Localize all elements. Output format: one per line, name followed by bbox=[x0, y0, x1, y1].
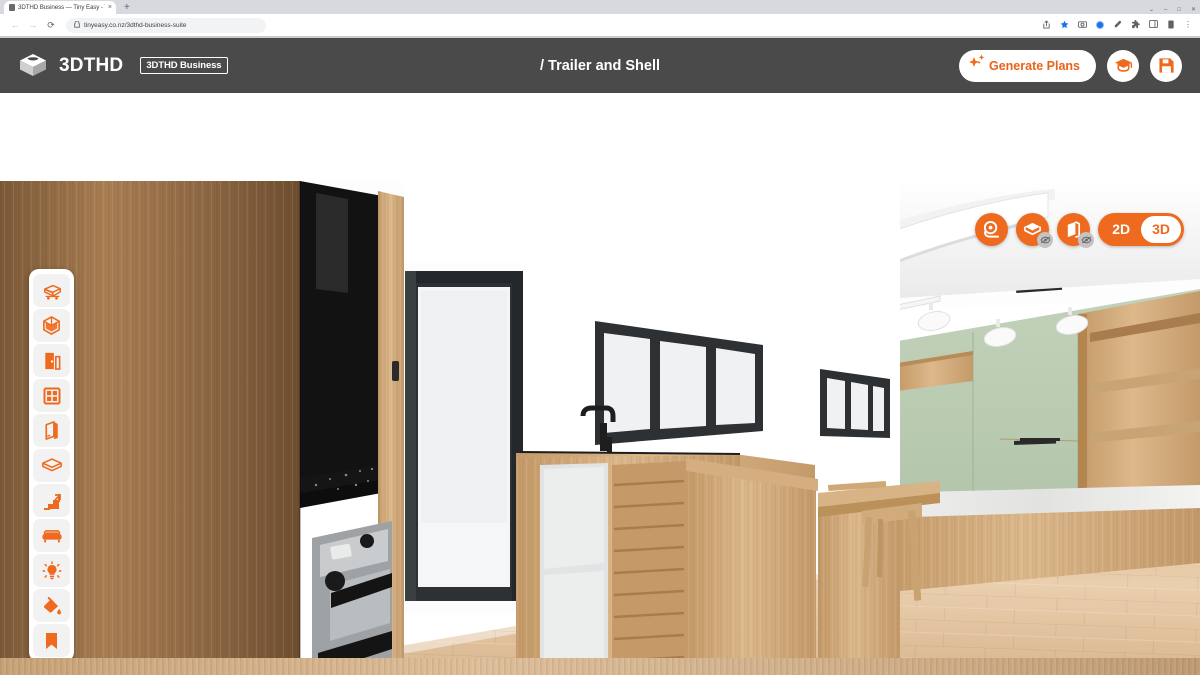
view-2d-option[interactable]: 2D bbox=[1101, 216, 1141, 243]
chevron-down-icon[interactable]: ⌄ bbox=[1149, 7, 1154, 13]
window-tool[interactable] bbox=[33, 379, 70, 412]
menu-kebab-icon[interactable]: ⋮ bbox=[1184, 21, 1192, 29]
measure-tool[interactable] bbox=[975, 213, 1009, 246]
light-bulb-icon bbox=[41, 560, 62, 579]
url-bar-row: ← → ⟳ tinyeasy.co.nz/3dthd-business-suit… bbox=[0, 14, 1200, 36]
url-text: tinyeasy.co.nz/3dthd-business-suite bbox=[84, 21, 187, 29]
profile-icon[interactable] bbox=[1167, 20, 1175, 31]
bookmark-icon bbox=[46, 632, 57, 649]
brand[interactable]: 3DTHD 3DTHD Business bbox=[18, 53, 228, 79]
logo-cube-icon bbox=[18, 53, 48, 79]
wall-visibility-toggle[interactable] bbox=[1057, 213, 1095, 248]
tab-strip: 3DTHD Business — Tiny Easy - T × + ⌄ – □… bbox=[0, 0, 1200, 14]
graduation-cap-icon bbox=[1114, 58, 1132, 72]
stairs-tool[interactable] bbox=[33, 484, 70, 517]
wall-icon bbox=[44, 421, 58, 440]
floppy-disk-icon bbox=[1158, 58, 1174, 73]
view-controls: 2D 3D bbox=[975, 213, 1184, 248]
generate-plans-label: Generate Plans bbox=[988, 58, 1080, 73]
sidepanel-icon[interactable] bbox=[1149, 20, 1158, 30]
share-icon[interactable] bbox=[1042, 20, 1051, 31]
brand-name: 3DTHD bbox=[59, 54, 124, 76]
bookmark-tool[interactable] bbox=[33, 624, 70, 657]
wall-tool[interactable] bbox=[33, 414, 70, 447]
paint-bucket-icon bbox=[43, 596, 62, 614]
forward-icon[interactable]: → bbox=[24, 20, 42, 30]
status-bar: Grid Size: 25 mm ↺ System: Millimetre ▼ bbox=[0, 658, 1200, 675]
maximize-icon[interactable]: □ bbox=[1177, 7, 1181, 13]
bookmark-star-icon[interactable] bbox=[1060, 20, 1069, 31]
furniture-tool[interactable] bbox=[33, 519, 70, 552]
room-box-icon bbox=[43, 316, 60, 335]
trailer-icon bbox=[43, 284, 61, 300]
stairs-icon bbox=[43, 493, 61, 510]
browser-toolbar-icons: ⋮ bbox=[1042, 19, 1194, 31]
browser-tab[interactable]: 3DTHD Business — Tiny Easy - T × bbox=[4, 1, 116, 14]
sparkles-icon bbox=[965, 52, 989, 76]
floor-slab-icon bbox=[41, 458, 62, 472]
sofa-icon bbox=[41, 529, 62, 542]
eyedropper-icon[interactable] bbox=[1113, 20, 1122, 31]
lighting-tool[interactable] bbox=[33, 554, 70, 587]
close-icon[interactable]: × bbox=[108, 4, 112, 11]
address-bar[interactable]: tinyeasy.co.nz/3dthd-business-suite bbox=[66, 17, 266, 33]
lock-icon bbox=[74, 20, 80, 30]
extensions-icon[interactable] bbox=[1131, 19, 1140, 31]
screenshot-icon[interactable] bbox=[1078, 20, 1087, 30]
dimension-toggle[interactable]: 2D 3D bbox=[1098, 213, 1184, 246]
window-controls: ⌄ – □ ✕ bbox=[1149, 7, 1196, 13]
floor-tool[interactable] bbox=[33, 449, 70, 482]
generate-plans-button[interactable]: Generate Plans bbox=[958, 49, 1096, 82]
scene-3d-render[interactable] bbox=[0, 93, 1200, 658]
ceiling-visibility-toggle[interactable] bbox=[1016, 213, 1054, 248]
left-tool-palette bbox=[29, 269, 74, 658]
tab-favicon-icon bbox=[9, 4, 15, 11]
door-icon bbox=[44, 352, 60, 370]
back-icon[interactable]: ← bbox=[6, 20, 24, 30]
eye-off-badge-icon bbox=[1078, 232, 1095, 248]
app-header: 3DTHD 3DTHD Business / Trailer and Shell… bbox=[0, 38, 1200, 93]
eye-off-badge-icon bbox=[1037, 232, 1054, 248]
room-tool[interactable] bbox=[33, 309, 70, 342]
learn-button[interactable] bbox=[1107, 49, 1139, 82]
reload-icon[interactable]: ⟳ bbox=[42, 20, 60, 31]
minimize-icon[interactable]: – bbox=[1164, 7, 1167, 13]
tab-title: 3DTHD Business — Tiny Easy - T bbox=[18, 4, 105, 11]
paint-tool[interactable] bbox=[33, 589, 70, 622]
close-window-icon[interactable]: ✕ bbox=[1191, 7, 1196, 13]
viewport-3d[interactable]: 2D 3D bbox=[0, 93, 1200, 658]
browser-chrome: 3DTHD Business — Tiny Easy - T × + ⌄ – □… bbox=[0, 0, 1200, 38]
new-tab-button[interactable]: + bbox=[124, 3, 130, 13]
window-icon bbox=[43, 387, 60, 404]
trailer-tool[interactable] bbox=[33, 274, 70, 307]
brand-badge: 3DTHD Business bbox=[140, 57, 228, 74]
header-actions: Generate Plans bbox=[958, 49, 1182, 82]
door-tool[interactable] bbox=[33, 344, 70, 377]
tape-measure-icon bbox=[984, 220, 1000, 238]
account-circle-icon[interactable] bbox=[1096, 21, 1104, 29]
save-button[interactable] bbox=[1150, 49, 1182, 82]
view-3d-option[interactable]: 3D bbox=[1141, 216, 1181, 243]
